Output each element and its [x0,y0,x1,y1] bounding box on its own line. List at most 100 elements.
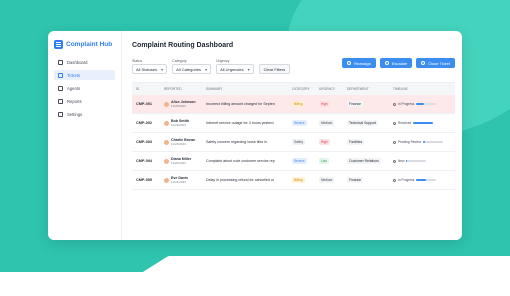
sidebar-item-agents[interactable]: Agents [54,83,115,93]
status-filter-label: Status [132,59,143,63]
sidebar-item-reports[interactable]: Reports [54,96,115,106]
urgency-badge: Low [319,158,329,164]
ticket-id: CMP-005 [136,178,153,182]
reporter: Bob Smith 11/24/2023 [164,119,206,127]
clock-icon [393,178,396,182]
brand[interactable]: Complaint Hub [54,40,115,49]
header-urgency[interactable]: URGENCY [319,87,347,91]
department-badge: Finance [347,177,364,183]
dashboard-icon [58,59,63,65]
header-category[interactable]: CATEGORY [292,87,319,91]
progress-bar [416,179,437,181]
close-circle-icon [421,61,426,65]
progress-bar [413,122,434,124]
timeline-label: New [398,159,405,163]
reported-date: 11/24/2023 [171,123,186,127]
main-content: Complaint Routing Dashboard Status All S… [122,31,462,240]
ticket-summary: Incorrect billing amount charged for Sep… [206,102,275,106]
close-ticket-label: Close Ticket [428,60,450,66]
sidebar-item-label: Agents [67,85,81,91]
timeline-label: Pending Review [398,140,422,144]
timeline-label: In Progress [398,102,415,106]
sidebar-item-settings[interactable]: Settings [54,109,115,119]
agents-icon [58,85,63,91]
escalate-label: Escalate [391,60,408,66]
page-title: Complaint Routing Dashboard [132,42,234,49]
reported-date: 11/25/2023 [171,104,186,108]
brand-logo-icon [54,40,63,49]
status-select-value: All Statuses [136,66,158,72]
header-summary[interactable]: SUMMARY [206,87,292,91]
status-select[interactable]: All Statuses ▾ [132,64,168,74]
department-badge: Finance [347,101,364,107]
sidebar: Complaint Hub Dashboard Tickets Agents R… [48,31,122,240]
reporter: Charlie Brown 11/23/2023 [164,138,206,146]
reporter: Eve Davis 11/21/2023 [164,176,206,184]
escalate-icon [384,61,389,65]
category-select[interactable]: All Categories ▾ [172,64,212,74]
table-row[interactable]: CMP-002 Bob Smith 11/24/2023 Internet ser… [132,114,455,133]
category-badge: Billing [292,101,305,107]
tickets-table: ID REPORTED SUMMARY CATEGORY URGENCY DEP… [132,82,455,190]
table-row[interactable]: CMP-004 Diana Miller 11/22/2023 Complaint… [132,152,455,171]
ticket-summary: Complaint about rude customer service re… [206,159,275,163]
category-filter-label: Category [172,59,187,63]
ticket-summary: Internet service outage for 3 hours yest… [206,121,274,125]
close-ticket-button[interactable]: Close Ticket [416,58,455,68]
category-badge: Billing [292,177,305,183]
header-reported[interactable]: REPORTED [164,87,206,91]
reported-date: 11/23/2023 [171,142,186,146]
sidebar-item-label: Reports [67,98,82,104]
reported-date: 11/22/2023 [171,161,186,165]
urgency-filter: Urgency All Urgencies ▾ [216,59,254,74]
header-id[interactable]: ID [136,87,164,91]
category-badge: Service [292,158,307,164]
app-window: Complaint Hub Dashboard Tickets Agents R… [48,31,462,240]
timeline-status: In Progress [393,178,455,182]
progress-fill [423,141,426,143]
tickets-icon [58,72,63,78]
chevron-down-icon: ▾ [205,66,208,72]
reporter: Diana Miller 11/22/2023 [164,157,206,165]
chevron-down-icon: ▾ [247,66,250,72]
settings-icon [58,111,63,117]
table-row[interactable]: CMP-001 Alice Johnson 11/25/2023 Incorrec… [132,95,455,114]
ticket-summary: Delay in processing refund for cancelled… [206,178,275,182]
department-badge: Customer Relations [347,158,381,164]
avatar [164,101,169,107]
sidebar-item-tickets[interactable]: Tickets [54,70,115,80]
urgency-badge: High [319,101,330,107]
sidebar-item-label: Tickets [67,72,81,78]
clear-filters-button[interactable]: Clear Filters [258,64,291,74]
reports-icon [58,98,63,104]
table-row[interactable]: CMP-003 Charlie Brown 11/23/2023 Safety c… [132,133,455,152]
urgency-badge: Medium [319,120,335,126]
timeline-label: Resolved [398,121,412,125]
sidebar-item-dashboard[interactable]: Dashboard [54,57,115,67]
ticket-id: CMP-002 [136,121,153,125]
urgency-select-value: All Urgencies [220,66,244,72]
header-department[interactable]: DEPARTMENT [347,87,393,91]
urgency-badge: High [319,139,330,145]
avatar [164,177,169,183]
new-icon [393,159,396,163]
table-header: ID REPORTED SUMMARY CATEGORY URGENCY DEP… [132,83,455,95]
category-filter: Category All Categories ▾ [172,59,212,74]
table-row[interactable]: CMP-005 Eve Davis 11/21/2023 Delay in pro… [132,171,455,190]
urgency-badge: Medium [319,177,335,183]
header-timeline[interactable]: TIMELINE [393,87,455,91]
avatar [164,139,169,145]
reporter: Alice Johnson 11/25/2023 [164,100,206,108]
brand-name: Complaint Hub [66,41,113,48]
urgency-select[interactable]: All Urgencies ▾ [216,64,254,74]
reassign-button[interactable]: Reassign [342,58,376,68]
toolbar: Status All Statuses ▾ Category All Categ… [132,58,455,74]
status-filter: Status All Statuses ▾ [132,59,168,74]
timeline-status: New [393,159,455,163]
chevron-down-icon: ▾ [161,66,164,72]
progress-fill [416,179,427,181]
timeline-label: In Progress [398,178,415,182]
background-footer-shape [0,256,510,296]
escalate-button[interactable]: Escalate [379,58,413,68]
timeline-status: In Progress [393,102,455,106]
